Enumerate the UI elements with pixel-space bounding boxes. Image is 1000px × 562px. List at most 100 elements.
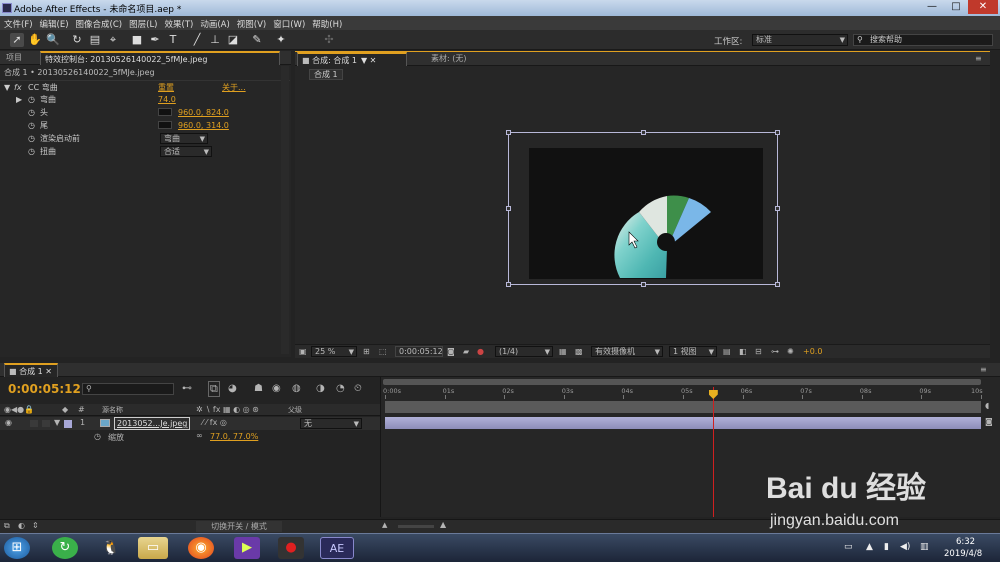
hide-shy-icon[interactable]: ◕: [228, 383, 237, 394]
viewer-timecode[interactable]: 0:00:05:12: [395, 346, 443, 357]
hand-tool-icon[interactable]: ✋: [28, 33, 42, 47]
stopwatch-icon[interactable]: ◷: [28, 106, 35, 119]
timeline-zoom-slider[interactable]: [398, 525, 434, 528]
clone-stamp-tool-icon[interactable]: ⊥: [208, 33, 222, 47]
constrain-proportions-icon[interactable]: ∞: [196, 431, 203, 440]
timeline-icon[interactable]: ⊟: [755, 347, 762, 356]
menu-help[interactable]: 帮助(H): [308, 16, 345, 30]
stopwatch-icon[interactable]: ◷: [28, 119, 35, 132]
comp-breadcrumb[interactable]: 合成 1: [309, 69, 343, 80]
tab-effect-controls[interactable]: 特效控制台: 20130526140022_5fMJe.jpeg: [40, 51, 280, 65]
tab-timeline-comp[interactable]: ■ 合成 1 ✕: [4, 363, 58, 377]
transform-handle[interactable]: [775, 206, 780, 211]
stopwatch-icon[interactable]: ◷: [94, 432, 101, 441]
playhead[interactable]: [708, 387, 718, 517]
auto-keyframe-icon[interactable]: ◑: [316, 383, 325, 394]
menu-animation[interactable]: 动画(A): [196, 16, 232, 30]
selection-tool-icon[interactable]: ➚: [10, 33, 24, 47]
pan-behind-tool-icon[interactable]: ⌖: [106, 33, 120, 47]
point-target-icon[interactable]: [158, 121, 172, 129]
grid-icon[interactable]: ⊞: [363, 347, 370, 356]
volume-icon[interactable]: ◀): [900, 542, 910, 552]
view-layout-select[interactable]: 1 视图 ▼: [669, 346, 717, 357]
panel-menu-icon[interactable]: ≡: [971, 52, 986, 66]
point-target-icon[interactable]: [158, 108, 172, 116]
draft-3d-icon[interactable]: ⧉: [208, 381, 220, 397]
eye-icon[interactable]: ◉: [5, 418, 12, 427]
keyframe-nav-icon[interactable]: ◙: [985, 417, 993, 426]
workspace-select[interactable]: 标准 ▼: [752, 34, 848, 46]
solo-toggle[interactable]: [30, 420, 38, 427]
channel-icon[interactable]: ●: [477, 347, 484, 356]
layer-name[interactable]: 2013052...Je.jpeg: [114, 417, 191, 430]
panel-menu-icon[interactable]: ≡: [976, 363, 991, 377]
qq-icon[interactable]: 🐧: [98, 537, 124, 559]
puppet-pin-tool-icon[interactable]: ✦: [274, 33, 288, 47]
show-snapshot-icon[interactable]: ▰: [463, 347, 469, 356]
comp-mini-flowchart-icon[interactable]: ⊷: [182, 383, 192, 394]
brush-tool-icon[interactable]: ╱: [190, 33, 204, 47]
toggle-modes-icon[interactable]: ◐: [18, 521, 25, 530]
layer-row[interactable]: ◉ ▼ 1 2013052...Je.jpeg ⁄ ⁄ fx ◎ 无 ▼: [0, 417, 380, 430]
stopwatch-icon[interactable]: ◷: [28, 145, 35, 158]
bend-value[interactable]: 74.0: [158, 93, 176, 106]
video-app-icon[interactable]: ▶: [234, 537, 260, 559]
work-area-bar[interactable]: [385, 401, 981, 413]
transform-handle[interactable]: [506, 282, 511, 287]
browser-360-icon[interactable]: ↻: [52, 537, 78, 559]
start-button-icon[interactable]: ⊞: [4, 537, 30, 559]
tab-project[interactable]: 项目: [2, 51, 26, 65]
record-icon[interactable]: ●: [278, 537, 304, 559]
keyboard-icon[interactable]: ▭: [844, 542, 853, 552]
axis-mode-icon[interactable]: ✣: [322, 33, 336, 47]
stopwatch-icon[interactable]: ◷: [28, 132, 35, 145]
region-icon[interactable]: ⬚: [379, 347, 387, 356]
eraser-tool-icon[interactable]: ◪: [226, 33, 240, 47]
help-search-input[interactable]: ⚲ 搜索帮助: [853, 34, 993, 46]
transparency-grid-icon[interactable]: ▩: [575, 347, 583, 356]
after-effects-taskbar-icon[interactable]: AE: [320, 537, 354, 559]
work-area-end-icon[interactable]: ◖: [985, 401, 989, 410]
tab-composition[interactable]: ■ 合成: 合成 1 ▼ ✕: [297, 52, 407, 66]
file-explorer-icon[interactable]: ▭: [138, 537, 168, 559]
current-time-display[interactable]: 0:00:05:12: [8, 382, 81, 396]
stopwatch-icon[interactable]: ◷: [28, 93, 35, 106]
render-prestart-select[interactable]: 弯曲 ▼: [160, 133, 208, 144]
zoom-out-icon[interactable]: ▲: [382, 521, 387, 529]
always-preview-icon[interactable]: ▣: [299, 347, 307, 356]
transform-handle[interactable]: [506, 206, 511, 211]
firefox-icon[interactable]: ◉: [188, 537, 214, 559]
exposure-value[interactable]: +0.0: [803, 347, 822, 356]
transform-handle[interactable]: [775, 130, 780, 135]
minimize-button[interactable]: —: [920, 0, 944, 14]
tab-footage[interactable]: 素材: (无): [427, 52, 470, 66]
label-color-swatch[interactable]: [64, 420, 72, 428]
maximize-button[interactable]: □: [944, 0, 968, 14]
roto-brush-tool-icon[interactable]: ✎: [250, 33, 264, 47]
motion-blur-icon[interactable]: ◉: [272, 383, 281, 394]
pixel-aspect-icon[interactable]: ▤: [723, 347, 731, 356]
menu-composition[interactable]: 图像合成(C): [72, 16, 126, 30]
expand-arrow-icon[interactable]: ▼: [54, 418, 60, 427]
menu-file[interactable]: 文件(F): [0, 16, 36, 30]
battery-icon[interactable]: ▮: [884, 542, 889, 552]
transform-handle[interactable]: [641, 130, 646, 135]
rotate-tool-icon[interactable]: ↻: [70, 33, 84, 47]
roi-icon[interactable]: ▦: [559, 347, 567, 356]
distort-select[interactable]: 合适 ▼: [160, 146, 212, 157]
flowchart-icon[interactable]: ⊶: [771, 347, 779, 356]
camera-select[interactable]: 有效摄像机 ▼: [591, 346, 663, 357]
layer-duration-bar[interactable]: [385, 417, 981, 429]
graph-editor-icon[interactable]: ◔: [336, 383, 345, 394]
menu-layer[interactable]: 图层(L): [125, 16, 160, 30]
effect-row-cc-bend[interactable]: ▼ fx CC 弯曲 重置 关于...: [0, 80, 290, 93]
snapshot-icon[interactable]: ◙: [447, 347, 455, 356]
zoom-tool-icon[interactable]: 🔍: [46, 33, 60, 47]
pen-tool-icon[interactable]: ✒: [148, 33, 162, 47]
time-ruler[interactable]: 0:00s 01s 02s 03s 04s 05s 06s 07s 08s 09s 10s: [381, 387, 985, 399]
menu-window[interactable]: 窗口(W): [269, 16, 308, 30]
exposure-icon[interactable]: ✺: [787, 347, 794, 356]
camera-tool-icon[interactable]: ▤: [88, 33, 102, 47]
effect-panel-scrollbar[interactable]: [281, 66, 289, 354]
source-name-header[interactable]: 源名称: [102, 405, 123, 415]
